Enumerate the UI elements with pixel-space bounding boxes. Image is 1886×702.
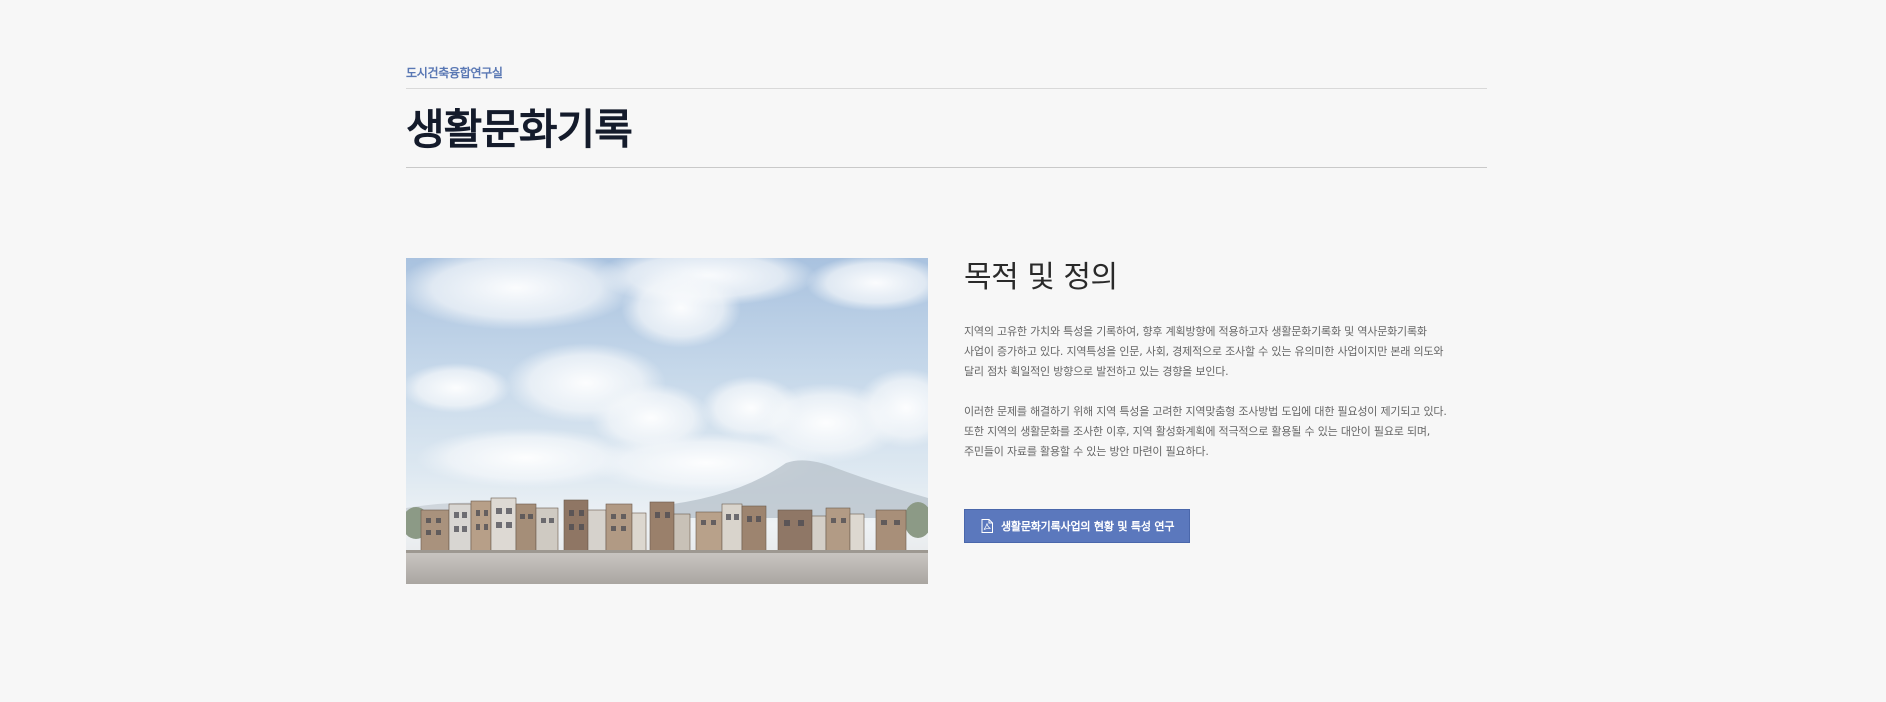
hero-image: [406, 258, 928, 584]
divider-top: [406, 88, 1487, 89]
download-report-button[interactable]: 생활문화기록사업의 현황 및 특성 연구: [964, 509, 1191, 543]
section-title: 목적 및 정의: [964, 260, 1118, 295]
lab-name: 도시건축융합연구실: [406, 66, 503, 80]
content-section: 목적 및 정의 지역의 고유한 가치와 특성을 기록하여, 향후 계획방향에 적…: [964, 258, 1487, 543]
page-title: 생활문화기록: [406, 105, 633, 154]
paragraph-line: 또한 지역의 생활문화를 조사한 이후, 지역 활성화계획에 적극적으로 활용될…: [964, 425, 1431, 438]
download-report-label: 생활문화기록사업의 현황 및 특성 연구: [1001, 520, 1175, 533]
paragraph-line: 사업이 증가하고 있다. 지역특성을 인문, 사회, 경제적으로 조사할 수 있…: [964, 345, 1444, 358]
paragraph-line: 지역의 고유한 가치와 특성을 기록하여, 향후 계획방향에 적용하고자 생활문…: [964, 325, 1427, 338]
divider-bottom: [406, 167, 1487, 168]
paragraph-need: 이러한 문제를 해결하기 위해 지역 특성을 고려한 지역맞춤형 조사방법 도입…: [964, 402, 1487, 462]
paragraph-line: 달리 점차 획일적인 방향으로 발전하고 있는 경향을 보인다.: [964, 365, 1229, 378]
paragraph-line: 이러한 문제를 해결하기 위해 지역 특성을 고려한 지역맞춤형 조사방법 도입…: [964, 405, 1447, 418]
paragraph-line: 주민들이 자료를 활용할 수 있는 방안 마련이 필요하다.: [964, 445, 1209, 458]
pdf-file-icon: [981, 519, 993, 533]
paragraph-purpose: 지역의 고유한 가치와 특성을 기록하여, 향후 계획방향에 적용하고자 생활문…: [964, 322, 1487, 382]
